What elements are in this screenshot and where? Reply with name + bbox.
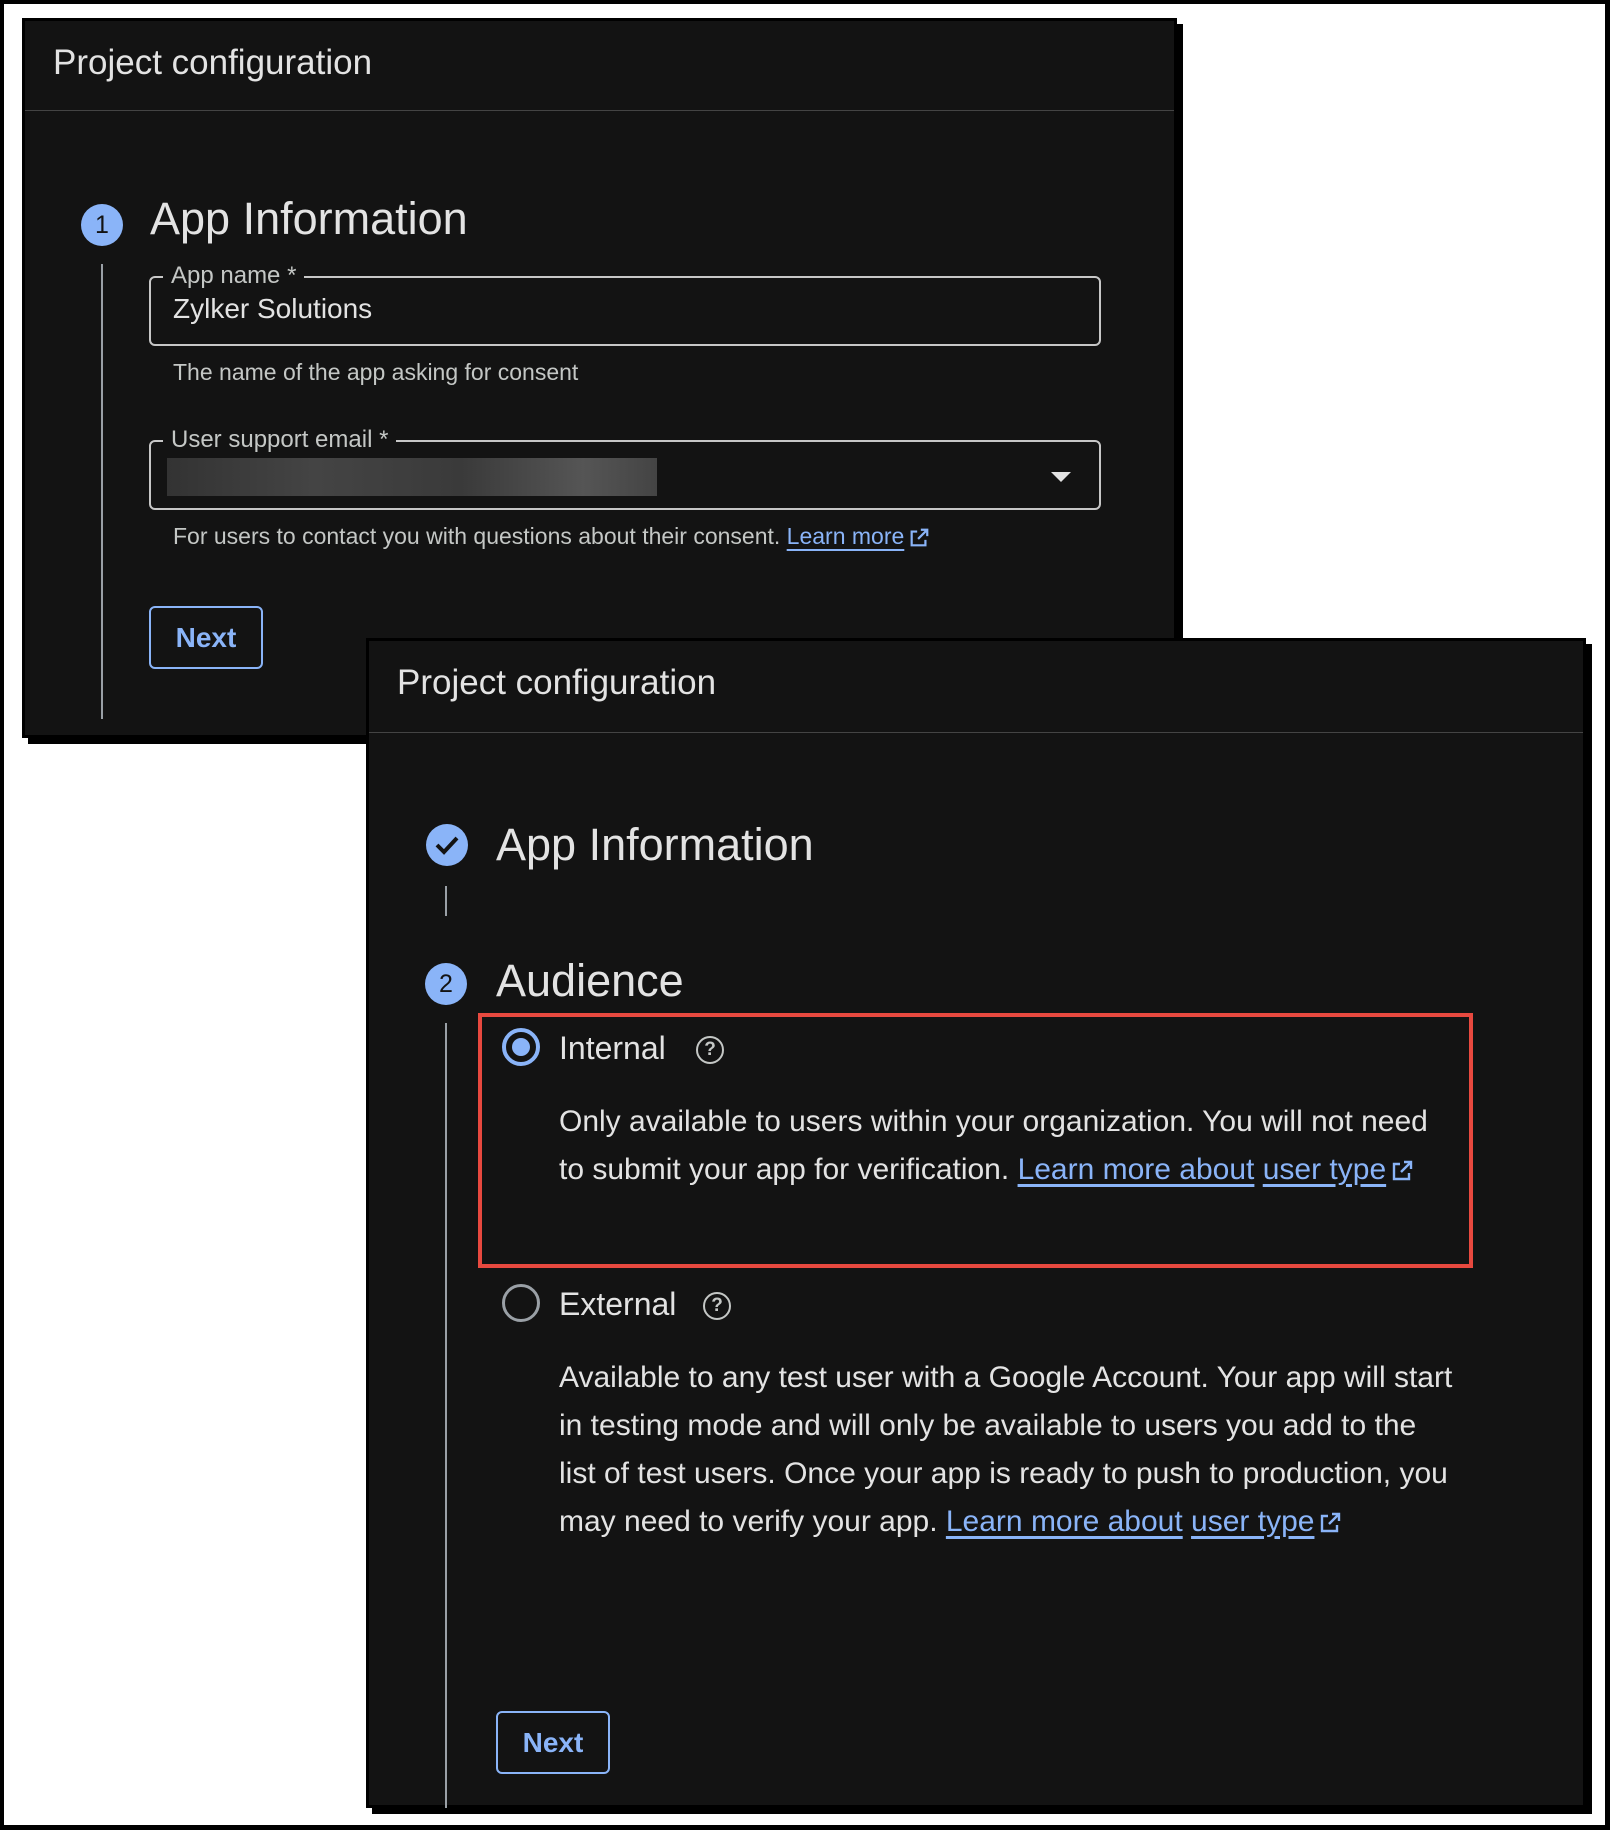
support-email-label: User support email * <box>163 425 397 455</box>
app-name-field[interactable]: App name * Zylker Solutions <box>149 261 1101 346</box>
step-number-badge: 1 <box>81 204 123 246</box>
app-name-helper: The name of the app asking for consent <box>173 359 579 385</box>
redacted-email-value <box>167 458 657 496</box>
internal-label[interactable]: Internal <box>559 1030 666 1067</box>
step-title: App Information <box>150 193 468 244</box>
external-link-icon[interactable] <box>1390 1159 1414 1183</box>
internal-radio[interactable] <box>502 1028 540 1066</box>
check-circle-icon <box>426 824 468 866</box>
support-email-select[interactable]: User support email * <box>149 425 1101 510</box>
step-number-badge: 2 <box>425 963 467 1005</box>
learn-more-link[interactable]: Learn more <box>787 523 905 549</box>
help-icon[interactable]: ? <box>696 1036 724 1064</box>
external-link-icon[interactable] <box>908 527 930 549</box>
panel-title: Project configuration <box>397 663 717 702</box>
support-email-helper-text: For users to contact you with questions … <box>173 523 781 549</box>
step-connector-line <box>445 1023 447 1808</box>
next-button[interactable]: Next <box>496 1711 610 1774</box>
learn-more-user-type-link[interactable]: Learn more about <box>946 1505 1183 1538</box>
panel-header: Project configuration <box>369 641 1583 733</box>
project-config-panel-step1: Project configuration 1 App Information … <box>22 18 1177 738</box>
external-radio[interactable] <box>502 1284 540 1322</box>
learn-more-user-type-link-cont[interactable]: user type <box>1263 1153 1386 1186</box>
panel-header: Project configuration <box>25 21 1174 111</box>
next-button[interactable]: Next <box>149 606 263 669</box>
learn-more-user-type-link[interactable]: Learn more about <box>1018 1153 1255 1186</box>
external-description: Available to any test user with a Google… <box>559 1354 1459 1546</box>
external-link-icon[interactable] <box>1318 1511 1342 1535</box>
caret-down-icon[interactable] <box>1051 472 1071 482</box>
panel-title: Project configuration <box>53 43 373 82</box>
app-name-value: Zylker Solutions <box>173 293 373 324</box>
project-config-panel-step2: Project configuration App Information 2 … <box>366 638 1586 1808</box>
support-email-helper: For users to contact you with questions … <box>173 523 930 550</box>
step1-title: App Information <box>496 819 814 870</box>
step2-title: Audience <box>496 955 684 1006</box>
step-connector-line <box>101 264 103 719</box>
step-connector-line <box>445 886 447 916</box>
app-name-label: App name * <box>163 261 305 291</box>
external-label[interactable]: External <box>559 1286 676 1323</box>
internal-description: Only available to users within your orga… <box>559 1098 1439 1194</box>
help-icon[interactable]: ? <box>703 1292 731 1320</box>
learn-more-user-type-link-cont[interactable]: user type <box>1191 1505 1314 1538</box>
